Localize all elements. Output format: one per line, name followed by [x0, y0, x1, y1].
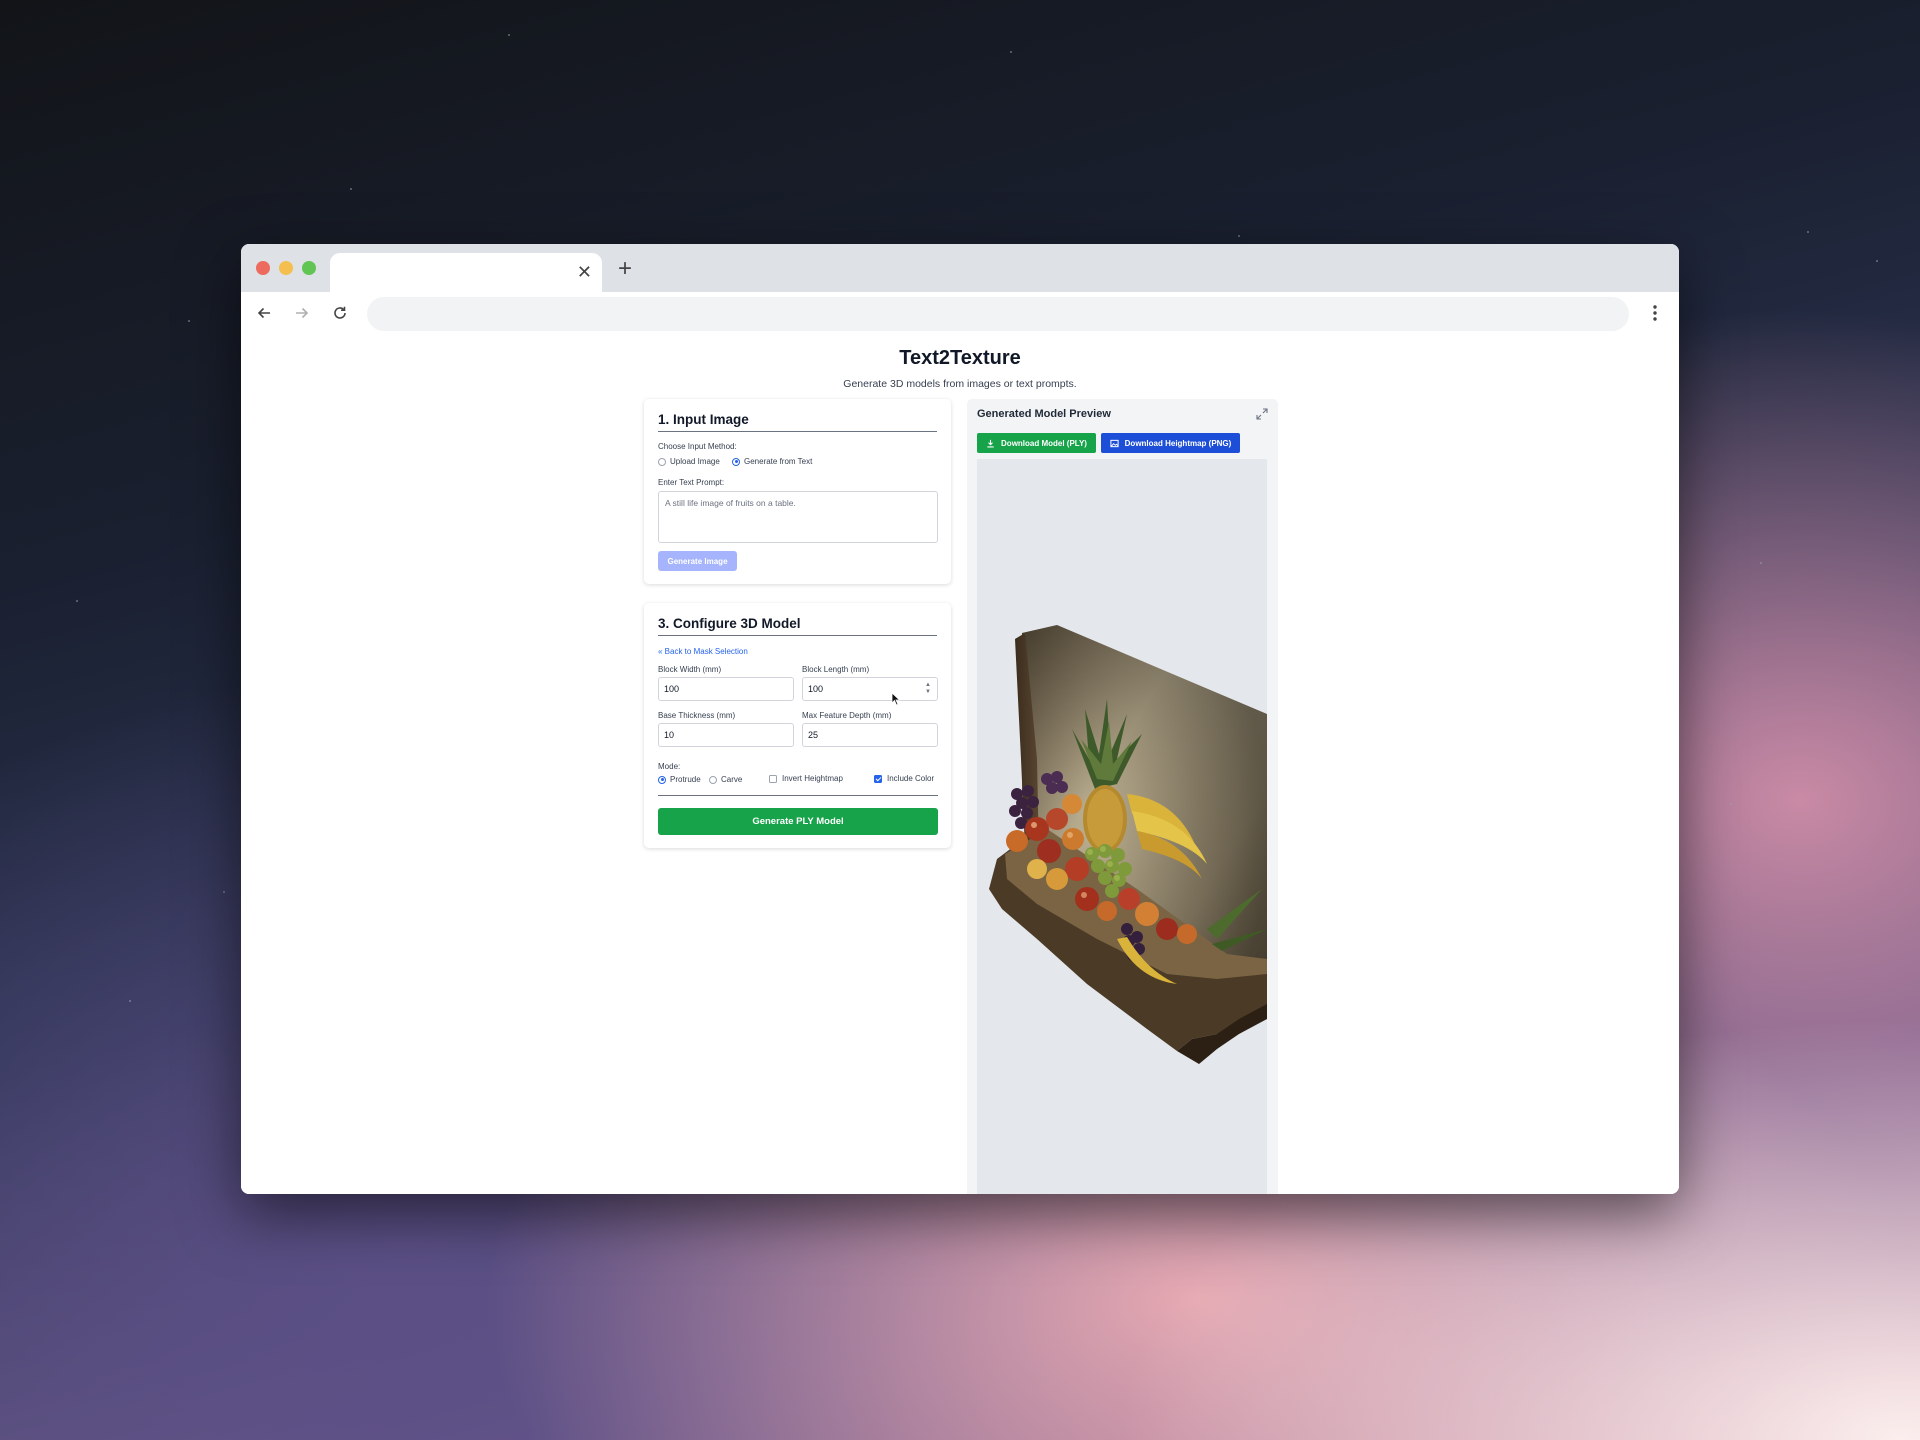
tab-close-icon[interactable]: ✕	[577, 261, 592, 283]
block-width-input[interactable]	[658, 677, 794, 701]
radio-upload-label: Upload Image	[670, 457, 720, 466]
maximize-window-button[interactable]	[302, 261, 316, 275]
generate-ply-button[interactable]: Generate PLY Model	[658, 808, 938, 835]
image-icon	[1110, 439, 1119, 447]
download-heightmap-button[interactable]: Download Heightmap (PNG)	[1101, 433, 1240, 453]
page-subtitle: Generate 3D models from images or text p…	[843, 378, 1077, 390]
download-heightmap-label: Download Heightmap (PNG)	[1124, 438, 1232, 448]
download-icon	[987, 439, 994, 447]
new-tab-button[interactable]: +	[618, 256, 632, 282]
radio-carve[interactable]: Carve	[709, 775, 742, 784]
browser-menu-button[interactable]	[1645, 299, 1665, 327]
minimize-window-button[interactable]	[279, 261, 293, 275]
fruit-bowl-3d-model	[989, 625, 1267, 1064]
back-to-mask-link[interactable]: « Back to Mask Selection	[658, 647, 748, 656]
tab-bar: ✕ +	[241, 244, 1679, 292]
browser-toolbar	[241, 292, 1679, 336]
expand-icon[interactable]	[1256, 408, 1268, 420]
browser-window: ✕ + Text2Texture Generate 3D models from…	[241, 244, 1679, 1194]
block-length-input[interactable]	[802, 677, 938, 701]
mouse-cursor-icon	[891, 692, 901, 706]
model-preview-panel: Generated Model Preview Download Model (…	[967, 399, 1278, 1194]
radio-carve-circle[interactable]	[709, 775, 717, 784]
prompt-label: Enter Text Prompt:	[658, 478, 725, 487]
more-vertical-icon	[1653, 305, 1657, 321]
block-length-label: Block Length (mm)	[802, 665, 870, 674]
arrow-right-icon	[296, 307, 309, 319]
input-image-heading: 1. Input Image	[658, 412, 937, 432]
radio-text-label: Generate from Text	[744, 457, 813, 466]
invert-heightmap-checkbox[interactable]: Invert Heightmap	[769, 774, 843, 783]
base-thickness-input[interactable]	[658, 723, 794, 747]
reload-button[interactable]	[326, 299, 354, 327]
radio-generate-from-text[interactable]: Generate from Text	[732, 457, 812, 466]
page-content: Text2Texture Generate 3D models from ima…	[241, 335, 1679, 1194]
generate-image-button[interactable]: Generate Image	[658, 551, 737, 571]
radio-upload-circle[interactable]	[658, 457, 666, 466]
invert-heightmap-label: Invert Heightmap	[782, 774, 843, 783]
mode-label: Mode:	[658, 762, 681, 771]
page-title: Text2Texture	[899, 347, 1021, 369]
browser-tab[interactable]: ✕	[330, 253, 602, 292]
close-window-button[interactable]	[256, 261, 270, 275]
radio-protrude-label: Protrude	[670, 775, 701, 784]
back-button[interactable]	[250, 299, 278, 327]
forward-button[interactable]	[288, 299, 316, 327]
download-ply-label: Download Model (PLY)	[1001, 438, 1087, 448]
invert-heightmap-box[interactable]	[769, 774, 777, 783]
arrow-left-icon	[257, 307, 270, 319]
preview-title: Generated Model Preview	[977, 408, 1111, 420]
model-viewport[interactable]	[977, 459, 1267, 1194]
radio-protrude[interactable]: Protrude	[658, 775, 701, 784]
block-width-label: Block Width (mm)	[658, 665, 722, 674]
text-prompt-input[interactable]	[658, 491, 938, 543]
divider	[658, 795, 938, 796]
input-method-label: Choose Input Method:	[658, 442, 737, 451]
max-depth-input[interactable]	[802, 723, 938, 747]
radio-text-circle[interactable]	[732, 457, 740, 466]
configure-model-card: 3. Configure 3D Model « Back to Mask Sel…	[644, 603, 951, 848]
radio-carve-label: Carve	[721, 775, 743, 784]
reload-icon	[334, 306, 346, 319]
download-ply-button[interactable]: Download Model (PLY)	[977, 433, 1096, 453]
input-image-card: 1. Input Image Choose Input Method: Uplo…	[644, 399, 951, 584]
include-color-box[interactable]	[874, 774, 882, 783]
address-bar[interactable]	[367, 297, 1629, 331]
include-color-label: Include Color	[887, 774, 935, 783]
max-depth-label: Max Feature Depth (mm)	[802, 711, 892, 720]
radio-protrude-circle[interactable]	[658, 775, 666, 784]
base-thickness-label: Base Thickness (mm)	[658, 711, 736, 720]
configure-model-heading: 3. Configure 3D Model	[658, 616, 937, 636]
stepper-icon[interactable]: ▲ ▼	[924, 682, 932, 696]
radio-upload-image[interactable]: Upload Image	[658, 457, 720, 466]
include-color-checkbox[interactable]: Include Color	[874, 774, 934, 783]
